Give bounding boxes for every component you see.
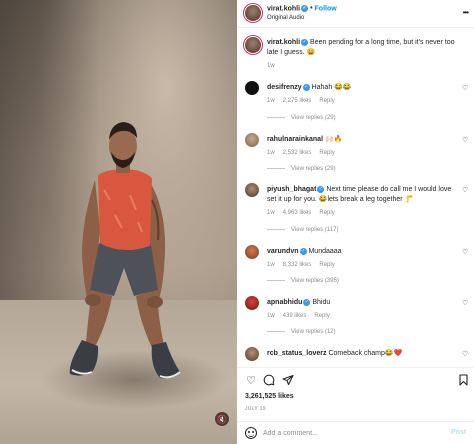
comment-likes[interactable]: 2,275 likes [283, 98, 312, 104]
replies-line [267, 228, 285, 230]
comment-icon[interactable] [262, 373, 276, 387]
reply-button[interactable]: Reply [319, 262, 334, 268]
replies-line [267, 279, 285, 281]
caption-time: 1w [267, 63, 275, 69]
more-options-icon[interactable]: ••• [463, 8, 469, 17]
view-replies-label: View replies (12) [291, 329, 336, 335]
emoji-icon[interactable] [245, 427, 257, 439]
verified-icon: ✓ [301, 5, 309, 12]
comment-input[interactable] [263, 427, 433, 439]
commenter-username[interactable]: piyush_bhagat [267, 186, 316, 193]
author-avatar[interactable] [245, 5, 261, 21]
comment-text: Comeback champ😂❤️ [328, 350, 403, 357]
view-replies-button[interactable]: View replies (29) [267, 166, 336, 172]
comment-likes[interactable]: 8,332 likes [283, 262, 312, 268]
post-video[interactable]: 🔇 [0, 0, 237, 444]
view-replies-button[interactable]: View replies (117) [267, 227, 338, 233]
like-comment-heart-icon[interactable]: ♡ [462, 350, 468, 358]
heart-icon[interactable]: ♡ [244, 373, 258, 387]
verified-icon: ✓ [303, 298, 311, 306]
post-header: virat.kohli ✓ • Follow Original Audio ••• [237, 0, 474, 28]
verified-icon: ✓ [317, 185, 325, 193]
verified-icon: ✓ [301, 38, 309, 46]
like-comment-heart-icon[interactable]: ♡ [462, 84, 468, 92]
comment-text: Hahah 😂😂 [311, 84, 352, 91]
replies-line [267, 116, 285, 118]
view-replies-label: View replies (395) [291, 278, 339, 284]
replies-line [267, 167, 285, 169]
comment-likes[interactable]: 439 likes [283, 313, 307, 319]
view-replies-button[interactable]: View replies (395) [267, 278, 339, 284]
view-replies-button[interactable]: View replies (29) [267, 115, 336, 121]
reply-button[interactable]: Reply [319, 210, 334, 216]
comment-time: 1w [267, 313, 275, 319]
commenter-avatar[interactable] [245, 183, 259, 197]
caption-username[interactable]: virat.kohli [267, 39, 300, 46]
divider [237, 367, 474, 368]
audio-label[interactable]: Original Audio [267, 15, 304, 21]
verified-icon: ✓ [302, 83, 310, 91]
commenter-username[interactable]: rahulnarainkanal [267, 136, 323, 143]
commenter-avatar[interactable] [245, 347, 259, 361]
action-bar: ♡ [237, 373, 474, 389]
commenter-avatar[interactable] [245, 81, 259, 95]
replies-line [267, 330, 285, 332]
commenter-avatar[interactable] [245, 296, 259, 310]
mute-button[interactable]: 🔇 [215, 412, 229, 426]
comment-text: Mundaaaa [308, 248, 342, 255]
share-icon[interactable] [281, 373, 295, 387]
comment-time: 1w [267, 150, 275, 156]
view-replies-label: View replies (117) [291, 227, 339, 233]
post-button[interactable]: Post [451, 429, 466, 436]
commenter-username[interactable]: desifrenzy [267, 84, 302, 91]
view-replies-label: View replies (29) [291, 166, 336, 172]
add-comment-bar: Post [237, 421, 474, 444]
post-date: JULY 19 [245, 406, 266, 412]
like-comment-heart-icon[interactable]: ♡ [462, 136, 468, 144]
athlete-figure [69, 122, 181, 379]
like-comment-heart-icon[interactable]: ♡ [462, 186, 468, 194]
verified-icon: ✓ [299, 247, 307, 255]
likes-count[interactable]: 3,261,525 likes [245, 393, 294, 400]
commenter-avatar[interactable] [245, 245, 259, 259]
muted-speaker-icon: 🔇 [217, 414, 227, 424]
commenter-username[interactable]: varundvn [267, 248, 299, 255]
post-detail-panel: virat.kohli ✓ • Follow Original Audio ••• v… [237, 0, 474, 444]
comment-text: Bhidu [312, 299, 331, 306]
bookmark-icon[interactable] [456, 373, 470, 387]
like-comment-heart-icon[interactable]: ♡ [462, 299, 468, 307]
reply-button[interactable]: Reply [319, 150, 334, 156]
comment-time: 1w [267, 262, 275, 268]
separator-dot: • [310, 5, 313, 13]
reply-button[interactable]: Reply [314, 313, 329, 319]
commenter-avatar[interactable] [245, 133, 259, 147]
author-username[interactable]: virat.kohli [267, 5, 300, 12]
commenter-username[interactable]: apnabhidu [267, 299, 302, 306]
comment-text: 🙌🏻🔥 [324, 136, 343, 143]
like-comment-heart-icon[interactable]: ♡ [462, 248, 468, 256]
view-replies-label: View replies (29) [291, 115, 336, 121]
commenter-username[interactable]: rcb_status_loverz [267, 350, 327, 357]
comment-time: 1w [267, 210, 275, 216]
comment-time: 1w [267, 98, 275, 104]
caption-avatar[interactable] [245, 37, 261, 53]
view-replies-button[interactable]: View replies (12) [267, 329, 336, 335]
comment-likes[interactable]: 4,963 likes [283, 210, 312, 216]
comment-likes[interactable]: 2,532 likes [283, 150, 312, 156]
follow-button[interactable]: Follow [315, 5, 337, 12]
reply-button[interactable]: Reply [319, 98, 334, 104]
